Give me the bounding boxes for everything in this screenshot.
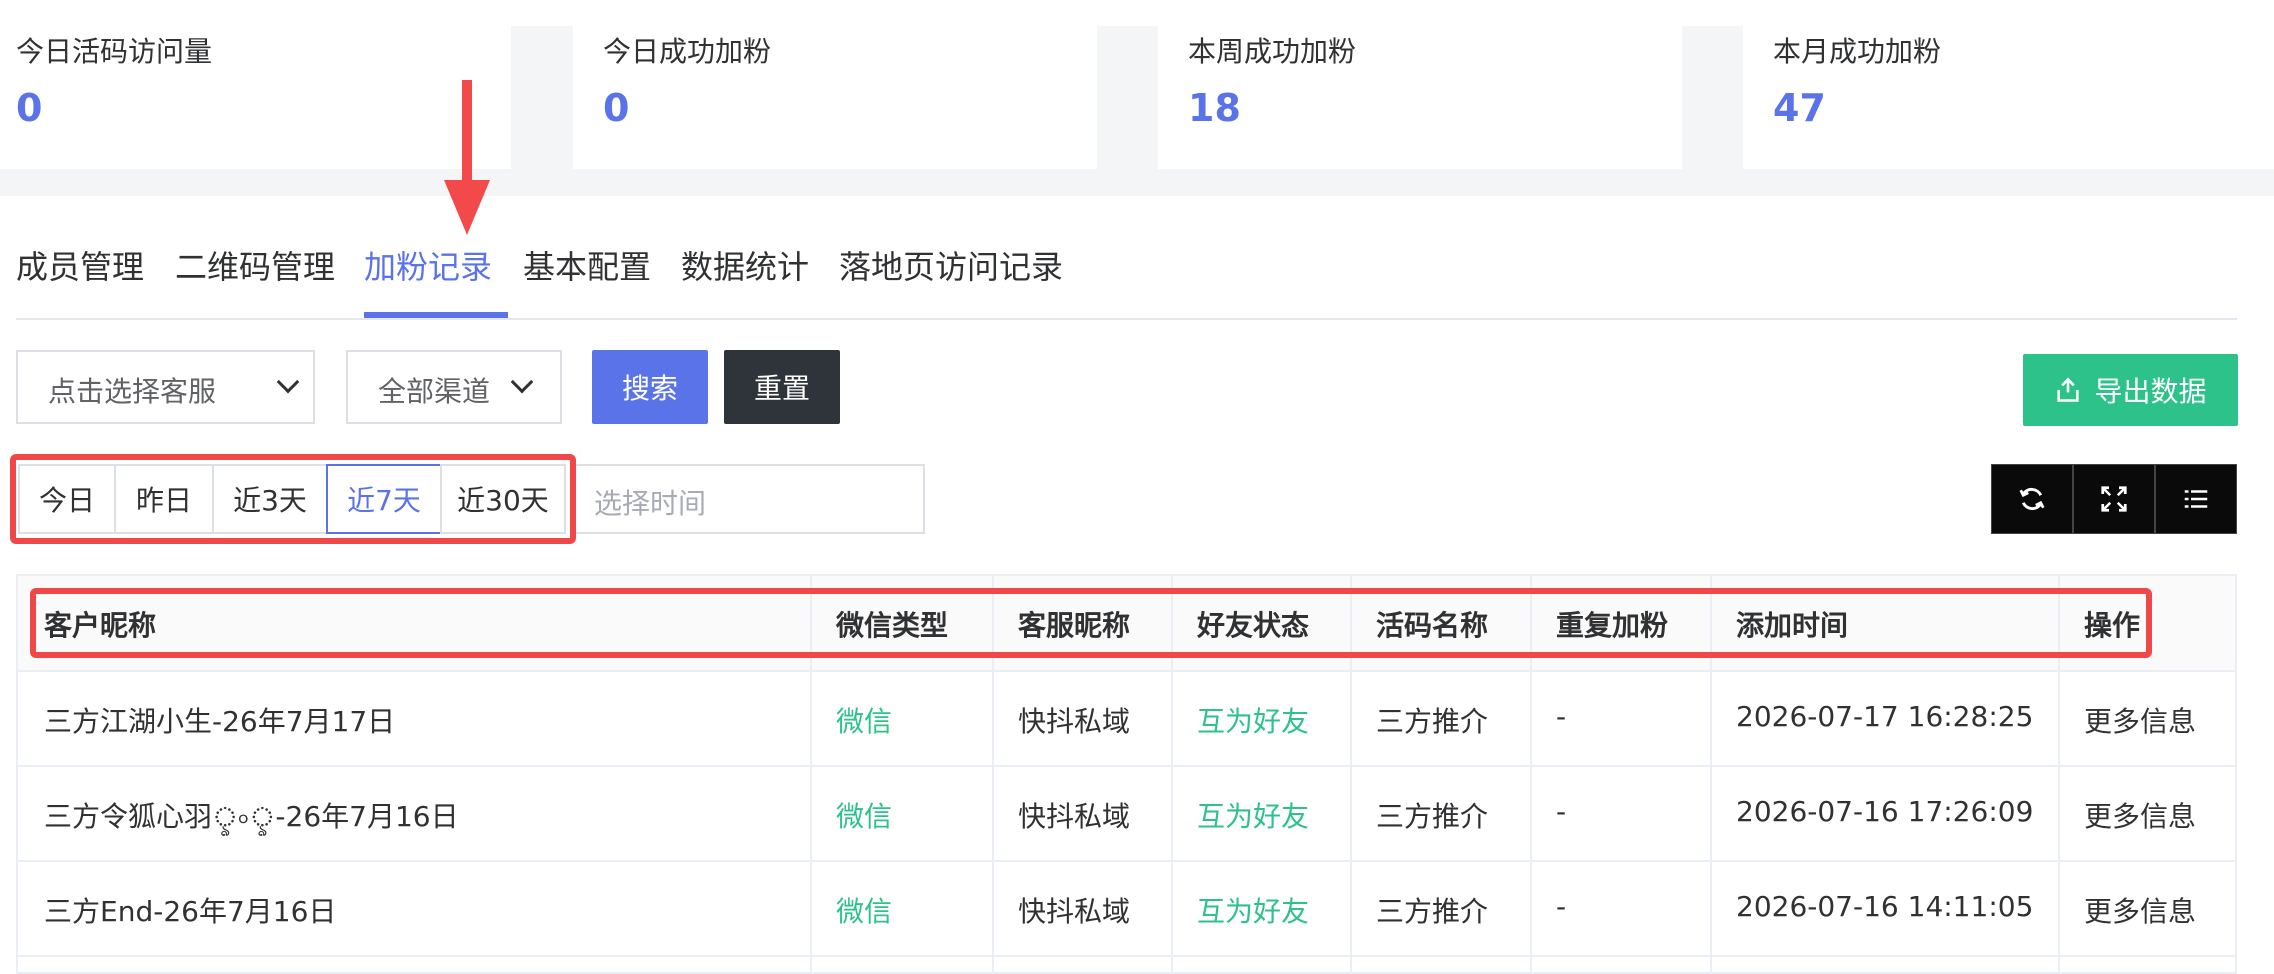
stat-card-month-followers: 本月成功加粉 47 [1743,26,2274,169]
cell-code-name: 三方推介 [1376,705,1489,738]
columns-button[interactable] [2155,464,2237,534]
tab-member-management[interactable]: 成员管理 [16,242,144,288]
cell-duplicate: - [1556,890,1567,923]
table-row: 三方End-26年7月16日 微信 快抖私域 互为好友 三方推介 - 2026-… [18,862,2235,957]
tab-basic-config[interactable]: 基本配置 [523,242,651,288]
stat-card-today-visits: 今日活码访问量 0 [0,26,511,169]
agent-select-value: 点击选择客服 [48,375,217,408]
cell-duplicate: - [1556,795,1567,828]
table-row: 三方江湖小生-26年7月17日 微信 快抖私域 互为好友 三方推介 - 2026… [18,672,2235,767]
tab-bar: 成员管理 二维码管理 加粉记录 基本配置 数据统计 落地页访问记录 [16,222,2237,320]
refresh-button[interactable] [1991,464,2073,534]
export-button-label: 导出数据 [2094,375,2207,408]
stat-card-week-followers: 本周成功加粉 18 [1158,26,1682,169]
cell-wechat-type: 微信 [836,705,893,738]
more-info-link[interactable]: 更多信息 [2084,795,2196,835]
cell-code-name: 三方推介 [1376,895,1489,928]
active-tab-indicator [364,312,508,318]
cell-agent-nickname: 快抖私域 [1018,705,1131,738]
cell-customer-nickname: 三方令狐心羽ৢ৹ৢ-26年7月16日 [44,800,459,833]
cell-friend-status: 互为好友 [1197,895,1310,928]
stats-panel: 今日活码访问量 0 今日成功加粉 0 本周成功加粉 18 本月成功加粉 47 [0,0,2274,196]
tab-follower-records[interactable]: 加粉记录 [364,242,492,288]
table-row: 三方令狐心羽ৢ৹ৢ-26年7月16日 微信 快抖私域 互为好友 三方推介 - 2… [18,767,2235,862]
annotation-highlight-table-header [30,588,2152,658]
stat-value: 47 [1773,86,1826,130]
tab-landing-page-records[interactable]: 落地页访问记录 [839,242,1063,288]
annotation-arrow-shaft [462,80,472,190]
stat-label: 今日活码访问量 [16,35,213,68]
channel-select-value: 全部渠道 [378,375,491,408]
fullscreen-button[interactable] [2073,464,2155,534]
stat-label: 今日成功加粉 [603,35,772,68]
fullscreen-icon [2101,486,2127,512]
cell-agent-nickname: 快抖私域 [1018,800,1131,833]
export-icon [2057,377,2080,402]
cell-customer-nickname: 三方江湖小生-26年7月17日 [44,705,396,738]
cell-added-time: 2026-07-16 17:26:09 [1736,795,2034,828]
cell-duplicate: - [1556,700,1567,733]
cell-customer-nickname: 三方End-26年7月16日 [44,895,337,928]
annotation-arrow-head [444,180,490,235]
cell-friend-status: 互为好友 [1197,800,1310,833]
refresh-icon [2019,487,2045,511]
cell-friend-status: 互为好友 [1197,705,1310,738]
reset-button[interactable]: 重置 [724,350,840,424]
list-icon [2184,490,2208,508]
annotation-highlight-date-range [10,454,576,544]
cell-added-time: 2026-07-17 16:28:25 [1736,700,2034,733]
tab-data-statistics[interactable]: 数据统计 [681,242,809,288]
cell-wechat-type: 微信 [836,800,893,833]
cell-wechat-type: 微信 [836,895,893,928]
export-button[interactable]: 导出数据 [2023,354,2238,426]
stat-value: 0 [603,86,630,130]
cell-agent-nickname: 快抖私域 [1018,895,1131,928]
search-button[interactable]: 搜索 [592,350,708,424]
stats-top-strip [0,0,2274,26]
stat-card-today-followers: 今日成功加粉 0 [573,26,1097,169]
cell-code-name: 三方推介 [1376,800,1489,833]
chevron-down-icon [276,370,300,394]
more-info-link[interactable]: 更多信息 [2084,700,2196,740]
cell-added-time: 2026-07-16 14:11:05 [1736,890,2034,923]
agent-select[interactable]: 点击选择客服 [16,350,315,424]
tab-qrcode-management[interactable]: 二维码管理 [175,242,335,288]
chevron-down-icon [510,370,534,394]
channel-select[interactable]: 全部渠道 [346,350,562,424]
stat-label: 本月成功加粉 [1773,35,1942,68]
date-picker-input[interactable]: 选择时间 [572,464,925,534]
stat-value: 18 [1188,86,1241,130]
stat-label: 本周成功加粉 [1188,35,1357,68]
stat-value: 0 [16,86,43,130]
more-info-link[interactable]: 更多信息 [2084,890,2196,930]
